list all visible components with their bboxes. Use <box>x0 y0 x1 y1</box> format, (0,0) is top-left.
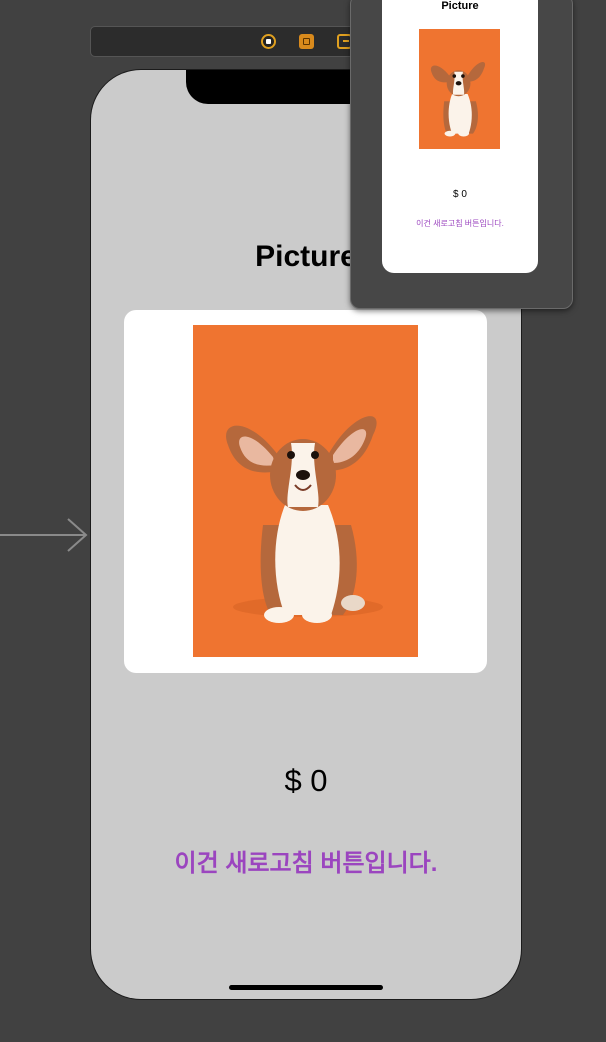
entry-point-arrow-icon[interactable] <box>0 517 92 553</box>
image-card <box>124 310 487 673</box>
preview-panel: Picture $ 0 이건 새로고침 버튼입니다. <box>350 0 573 309</box>
corgi-image-icon <box>193 325 418 657</box>
view-controller-icon[interactable] <box>261 34 276 49</box>
preview-price-label: $ 0 <box>453 189 467 200</box>
preview-corgi-image-icon <box>419 29 500 149</box>
price-label: $ 0 <box>284 763 328 798</box>
refresh-button[interactable]: 이건 새로고침 버튼입니다. <box>91 843 521 878</box>
scene-dock <box>90 26 390 57</box>
preview-corgi-photo <box>419 29 500 149</box>
first-responder-icon[interactable] <box>299 34 314 49</box>
preview-screen: Picture $ 0 이건 새로고침 버튼입니다. <box>382 0 538 273</box>
corgi-photo[interactable] <box>193 325 418 657</box>
home-indicator <box>229 985 383 990</box>
preview-title: Picture <box>441 0 479 12</box>
preview-refresh-button: 이건 새로고침 버튼입니다. <box>416 219 504 228</box>
